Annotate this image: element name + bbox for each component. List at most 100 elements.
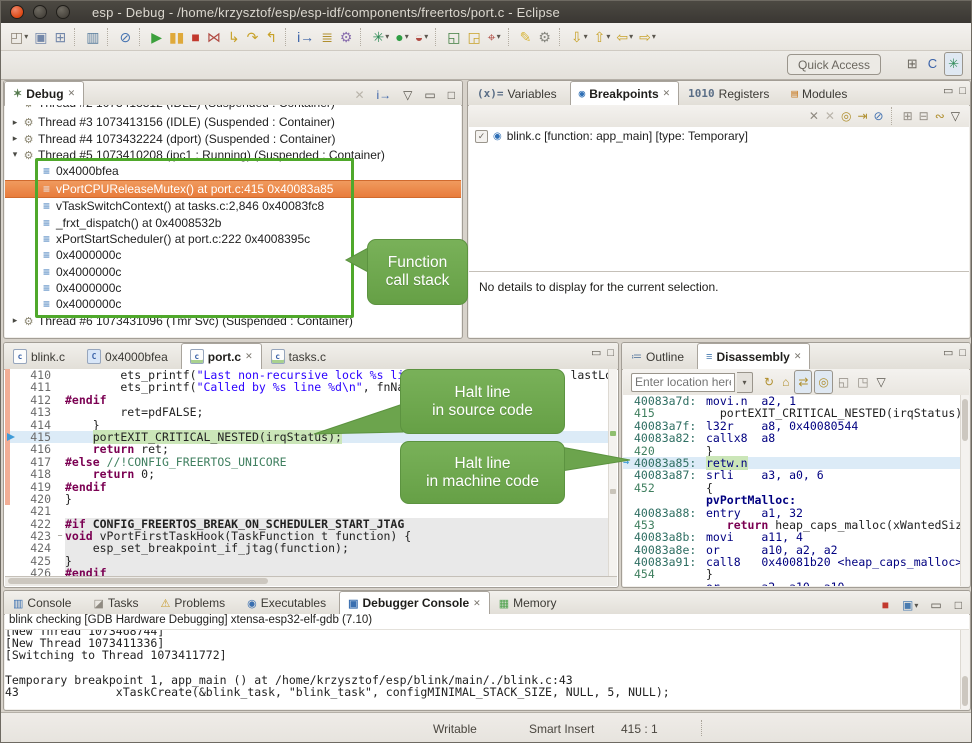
go-to-file-for-breakpoint[interactable]: ⇥	[854, 105, 870, 127]
save[interactable]: ▣	[31, 26, 51, 48]
editor-tab[interactable]: cport.c✕	[181, 343, 262, 369]
show-source-list[interactable]: ≣	[318, 26, 337, 48]
link-with-debug-view[interactable]: ∾	[932, 105, 948, 127]
save-all[interactable]: ⊞	[51, 26, 70, 48]
disassembly-listing[interactable]: 40083a7d:movi.n a2, 1415 portEXIT_CRITIC…	[623, 395, 961, 586]
separator[interactable]	[435, 28, 440, 46]
code-line[interactable]: 40083a82:callx8 a8	[623, 432, 961, 444]
source-editor[interactable]: 410 ets_printf("Last non-recursive lock …	[5, 369, 617, 577]
code-line[interactable]: 40083a87:srli a3, a0, 6	[623, 469, 961, 481]
debug-tree-row[interactable]: _frxt_dispatch() at 0x4008532b	[5, 214, 461, 230]
code-line[interactable]: or a2, a10, a10	[623, 581, 961, 586]
separator[interactable]	[508, 28, 513, 46]
expander-icon[interactable]: ▸	[9, 105, 21, 108]
remove-all-terminated[interactable]: ✕	[351, 84, 367, 106]
new-wizard[interactable]: ◰▾	[7, 26, 31, 48]
settings-gears[interactable]: ⚙	[535, 26, 555, 48]
instruction-stepping[interactable]: i→	[294, 26, 318, 48]
view-menu[interactable]: ▽	[874, 371, 889, 393]
open-perspective[interactable]: ⊞	[904, 53, 921, 75]
debug-tree-row[interactable]: 0x4000bfea	[5, 163, 461, 179]
view-tab[interactable]: 1010Registers	[679, 81, 782, 105]
breakpoint-checkbox[interactable]: ✓	[475, 130, 488, 143]
maximize[interactable]: □	[952, 594, 966, 616]
editor-tab[interactable]: ctasks.c	[262, 343, 339, 369]
view-tab[interactable]: ◪Tasks	[84, 591, 151, 614]
run[interactable]: ●▾	[392, 26, 411, 48]
search[interactable]: ⌖▾	[485, 26, 504, 48]
home[interactable]: ⌂	[779, 371, 792, 393]
close-icon[interactable]: ✕	[794, 351, 802, 362]
window-minimize-button[interactable]	[33, 5, 47, 19]
debug-tree-row[interactable]: ▸ Thread #3 1073413156 (IDLE) (Suspended…	[5, 114, 461, 130]
mark-occurrences[interactable]: ✎	[517, 26, 536, 48]
skip-all-breakpoints[interactable]: ⊘	[871, 105, 887, 127]
minimize-button[interactable]: ▭	[943, 346, 953, 359]
debug-tree-row[interactable]: 0x4000000c	[5, 296, 461, 312]
collapse-all[interactable]: ⊟	[916, 105, 932, 127]
c-cpp-perspective[interactable]: C	[925, 53, 940, 75]
maximize-button[interactable]: □	[959, 85, 966, 97]
location-dropdown[interactable]: ▾	[737, 372, 753, 393]
code-line[interactable]: 424 esp_set_breakpoint_if_jtag(function)…	[5, 542, 617, 554]
view-tab[interactable]: ≔Outline	[622, 343, 697, 369]
breakpoint-row[interactable]: ✓ ◉ blink.c [function: app_main] [type: …	[469, 127, 969, 145]
editor-tab[interactable]: C0x4000bfea	[78, 343, 181, 369]
code-line[interactable]: 420}	[5, 493, 617, 505]
close-icon[interactable]: ✕	[245, 351, 253, 362]
view-tab[interactable]: ▣Debugger Console✕	[339, 591, 490, 614]
forward-history[interactable]: ⇨▾	[636, 26, 659, 48]
editor-horizontal-scrollbar[interactable]	[5, 576, 617, 586]
separator[interactable]	[891, 107, 896, 125]
debug-tree-row[interactable]: vPortCPUReleaseMutex() at port.c:415 0x4…	[5, 180, 461, 198]
scrollbar-thumb[interactable]	[962, 399, 968, 441]
resume[interactable]: ▶	[148, 26, 166, 48]
close-icon[interactable]: ✕	[473, 598, 481, 609]
external-tools[interactable]: ◒▾	[412, 26, 431, 48]
view-tab[interactable]: ⚠Problems	[152, 591, 239, 614]
debug-tree-row[interactable]: vTaskSwitchContext() at tasks.c:2,846 0x…	[5, 198, 461, 214]
view-tab[interactable]: ▤Modules	[782, 81, 860, 105]
step-over[interactable]: ↷	[244, 26, 263, 48]
skip-all-breakpoints[interactable]: ⊘	[116, 26, 135, 48]
close-icon[interactable]: ✕	[68, 88, 76, 99]
editor-tab[interactable]: cblink.c	[4, 343, 78, 369]
debug-tree-row[interactable]: ▸ Thread #4 1073432224 (dport) (Suspende…	[5, 130, 461, 146]
view-tab[interactable]: ◉Breakpoints✕	[570, 81, 680, 105]
window-close-button[interactable]	[10, 5, 24, 19]
disassembly-scrollbar[interactable]	[960, 395, 969, 586]
separator[interactable]	[360, 28, 365, 46]
view-tab[interactable]: ≡Disassembly✕	[697, 343, 810, 369]
view-tab[interactable]: ▥Console	[4, 591, 84, 614]
last-edit-location[interactable]: ⇩▾	[568, 26, 591, 48]
code-line[interactable]: 40083a91:call8 0x40081b20 <heap_caps_mal…	[623, 556, 961, 568]
new-disassembly-view[interactable]: ◱	[835, 371, 852, 393]
sync-with-active-debug-context[interactable]: ⇄	[794, 370, 812, 394]
refresh[interactable]: ↻	[761, 371, 777, 393]
maximize-button[interactable]: □	[959, 347, 966, 359]
minimize-button[interactable]: ▭	[591, 346, 601, 359]
view-menu[interactable]: ▽	[948, 105, 963, 127]
expander-icon[interactable]: ▸	[9, 133, 21, 144]
open-resource[interactable]: ◲	[464, 26, 484, 48]
expander-icon[interactable]: ▾	[9, 149, 21, 160]
open-element[interactable]: ◱	[444, 26, 464, 48]
debug-tree-row[interactable]: 0x4000000c	[5, 264, 461, 280]
window-maximize-button[interactable]	[56, 5, 70, 19]
quick-access-button[interactable]: Quick Access	[787, 54, 881, 75]
open-new-view[interactable]: ◳	[854, 371, 871, 393]
use-step-filters[interactable]: ⚙	[337, 26, 357, 48]
debug[interactable]: ✳▾	[369, 26, 392, 48]
view-tab[interactable]: ▦Memory	[490, 591, 570, 614]
minimize[interactable]: ▭	[421, 84, 438, 106]
console-output[interactable]: [New Thread 1073468744] [New Thread 1073…	[5, 630, 961, 709]
separator[interactable]	[107, 28, 112, 46]
debug-tree-row[interactable]: xPortStartScheduler() at port.c:222 0x40…	[5, 231, 461, 247]
debug-perspective[interactable]: ✳	[944, 52, 963, 76]
back-history[interactable]: ⇦▾	[613, 26, 636, 48]
view-tab[interactable]: (x)=Variables	[468, 81, 570, 105]
debug-tree-row[interactable]: 0x4000000c	[5, 280, 461, 296]
separator[interactable]	[74, 28, 79, 46]
scrollbar-thumb[interactable]	[962, 676, 968, 706]
next-annotation[interactable]: ⇧▾	[591, 26, 614, 48]
